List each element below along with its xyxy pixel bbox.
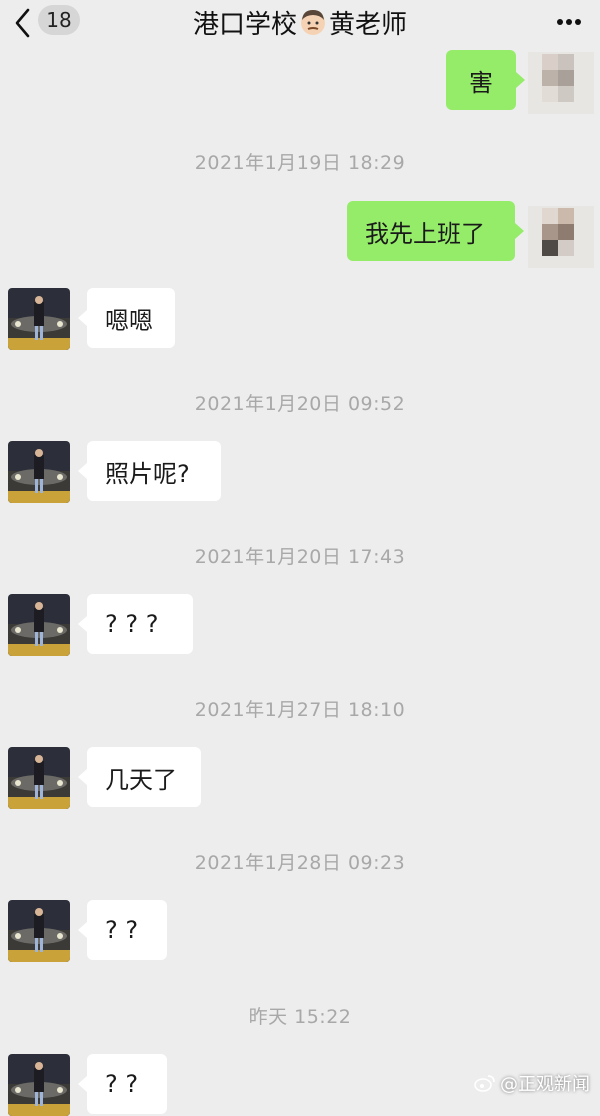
contact-avatar[interactable] — [8, 1054, 70, 1116]
contact-avatar[interactable] — [8, 594, 70, 656]
back-arrow-icon[interactable] — [12, 6, 34, 40]
contact-photo-image — [8, 441, 70, 503]
my-avatar[interactable] — [528, 52, 594, 114]
incoming-message-bubble[interactable]: ? ? — [78, 900, 167, 960]
weibo-logo-icon — [474, 1075, 495, 1092]
chat-title-prefix: 港口学校 — [192, 9, 297, 40]
timestamp: 2021年1月27日 18:10 — [194, 699, 406, 721]
blurred-avatar-image — [528, 206, 594, 268]
incoming-message-bubble[interactable]: 照片呢? — [78, 441, 221, 501]
timestamp: 2021年1月19日 18:29 — [194, 152, 406, 174]
contact-photo-image — [8, 747, 70, 809]
source-watermark: @正观新闻 — [474, 1070, 590, 1096]
incoming-message-bubble[interactable]: ? ? — [78, 1054, 167, 1114]
contact-avatar[interactable] — [8, 441, 70, 503]
timestamp: 2021年1月20日 09:52 — [194, 393, 406, 415]
incoming-message-bubble[interactable]: ? ? ? — [78, 594, 193, 654]
timestamp: 昨天 15:22 — [248, 1006, 352, 1028]
contact-photo-image — [8, 900, 70, 962]
unread-count-badge[interactable]: 18 — [38, 5, 80, 35]
contact-avatar[interactable] — [8, 747, 70, 809]
outgoing-message-bubble[interactable]: 害 — [446, 50, 525, 110]
man-face-emoji-icon — [301, 10, 325, 35]
incoming-message-bubble[interactable]: 嗯嗯 — [78, 288, 175, 348]
contact-photo-image — [8, 1054, 70, 1116]
incoming-message-bubble[interactable]: 几天了 — [78, 747, 201, 807]
contact-photo-image — [8, 594, 70, 656]
contact-photo-image — [8, 288, 70, 350]
my-avatar[interactable] — [528, 206, 594, 268]
timestamp: 2021年1月28日 09:23 — [194, 852, 406, 874]
contact-avatar[interactable] — [8, 288, 70, 350]
chat-title: 港口学校 黄老师 — [150, 4, 450, 40]
outgoing-message-bubble[interactable]: 我先上班了 — [347, 201, 524, 261]
contact-avatar[interactable] — [8, 900, 70, 962]
watermark-text: @正观新闻 — [500, 1074, 590, 1095]
timestamp: 2021年1月20日 17:43 — [194, 546, 406, 568]
more-options-icon[interactable] — [556, 12, 582, 32]
chat-header: 18 港口学校 黄老师 — [0, 0, 600, 46]
blurred-avatar-image — [528, 52, 594, 114]
chat-title-suffix: 黄老师 — [329, 9, 408, 40]
